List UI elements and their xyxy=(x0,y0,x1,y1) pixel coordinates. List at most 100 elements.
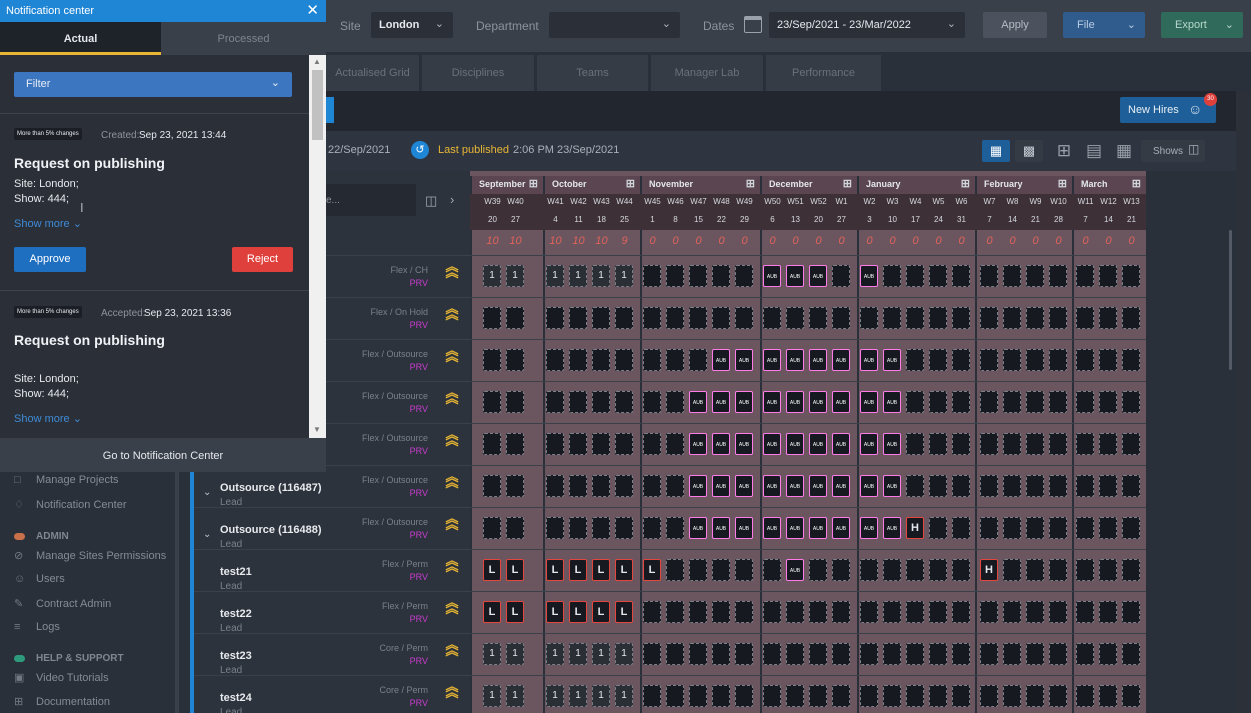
sidebar-item-documentation[interactable]: ⊞ Documentation xyxy=(14,695,110,708)
empty-cell[interactable] xyxy=(906,643,924,665)
empty-cell[interactable] xyxy=(1003,517,1021,539)
expand-icon[interactable]: ⊞ xyxy=(961,177,970,190)
assignment-cell-aub[interactable]: AUB xyxy=(860,475,878,497)
empty-cell[interactable] xyxy=(952,685,970,707)
expand-icon[interactable]: ⊞ xyxy=(1132,177,1141,190)
empty-cell[interactable] xyxy=(712,265,730,287)
count-cell[interactable]: 1 xyxy=(569,685,587,707)
empty-cell[interactable] xyxy=(952,475,970,497)
empty-cell[interactable] xyxy=(952,391,970,413)
assignment-cell-aub[interactable]: AUB xyxy=(883,391,901,413)
empty-cell[interactable] xyxy=(786,643,804,665)
scroll-down-icon[interactable]: ▼ xyxy=(313,425,321,434)
empty-cell[interactable] xyxy=(906,475,924,497)
priority-chevrons-icon[interactable]: ︽ ︽ xyxy=(443,680,461,700)
priority-chevrons-icon[interactable]: ︽ ︽ xyxy=(443,428,461,448)
assignment-cell-aub[interactable]: AUB xyxy=(786,559,804,581)
assignment-cell-aub[interactable]: AUB xyxy=(883,475,901,497)
empty-cell[interactable] xyxy=(615,475,633,497)
empty-cell[interactable] xyxy=(1003,475,1021,497)
empty-cell[interactable] xyxy=(643,349,661,371)
calculator-icon[interactable]: ▩ xyxy=(1015,140,1043,162)
empty-cell[interactable] xyxy=(643,643,661,665)
empty-cell[interactable] xyxy=(1049,643,1067,665)
assignment-cell-aub[interactable]: AUB xyxy=(712,391,730,413)
empty-cell[interactable] xyxy=(643,517,661,539)
empty-cell[interactable] xyxy=(1049,391,1067,413)
empty-cell[interactable] xyxy=(763,685,781,707)
empty-cell[interactable] xyxy=(689,559,707,581)
calendar-icon[interactable] xyxy=(744,16,762,33)
priority-chevrons-icon[interactable]: ︽ ︽ xyxy=(443,386,461,406)
empty-cell[interactable] xyxy=(592,433,610,455)
empty-cell[interactable] xyxy=(546,349,564,371)
empty-cell[interactable] xyxy=(883,559,901,581)
empty-cell[interactable] xyxy=(1122,475,1140,497)
empty-cell[interactable] xyxy=(1049,265,1067,287)
empty-cell[interactable] xyxy=(1026,685,1044,707)
assignment-cell-aub[interactable]: AUB xyxy=(883,517,901,539)
assignment-cell-aub[interactable]: AUB xyxy=(786,433,804,455)
assignment-cell-aub[interactable]: AUB xyxy=(689,391,707,413)
assignment-cell-aub[interactable]: AUB xyxy=(735,475,753,497)
empty-cell[interactable] xyxy=(809,643,827,665)
leave-cell[interactable]: L xyxy=(483,559,501,581)
empty-cell[interactable] xyxy=(1076,433,1094,455)
empty-cell[interactable] xyxy=(980,601,998,623)
empty-cell[interactable] xyxy=(1122,265,1140,287)
empty-cell[interactable] xyxy=(929,643,947,665)
assignment-cell-aub[interactable]: AUB xyxy=(763,433,781,455)
leave-cell[interactable]: L xyxy=(546,559,564,581)
empty-cell[interactable] xyxy=(1026,643,1044,665)
tab-actualised-grid[interactable]: Actualised Grid xyxy=(326,55,419,91)
empty-cell[interactable] xyxy=(615,307,633,329)
empty-cell[interactable] xyxy=(832,685,850,707)
empty-cell[interactable] xyxy=(786,307,804,329)
tab-teams[interactable]: Teams xyxy=(537,55,648,91)
tab-performance[interactable]: Performance xyxy=(766,55,881,91)
empty-cell[interactable] xyxy=(506,391,524,413)
assignment-cell-aub[interactable]: AUB xyxy=(786,349,804,371)
empty-cell[interactable] xyxy=(1076,391,1094,413)
empty-cell[interactable] xyxy=(735,643,753,665)
empty-cell[interactable] xyxy=(786,685,804,707)
scrollbar-track[interactable] xyxy=(1236,91,1251,713)
assignment-cell-aub[interactable]: AUB xyxy=(860,517,878,539)
empty-cell[interactable] xyxy=(1099,517,1117,539)
priority-chevrons-icon[interactable]: ︽ ︽ xyxy=(443,344,461,364)
layout-grid-icon[interactable]: ▦ xyxy=(1113,140,1135,162)
empty-cell[interactable] xyxy=(643,433,661,455)
assignment-cell-aub[interactable]: AUB xyxy=(712,517,730,539)
empty-cell[interactable] xyxy=(980,349,998,371)
empty-cell[interactable] xyxy=(1003,601,1021,623)
assignment-cell-aub[interactable]: AUB xyxy=(735,517,753,539)
empty-cell[interactable] xyxy=(569,475,587,497)
empty-cell[interactable] xyxy=(546,391,564,413)
count-cell[interactable]: 1 xyxy=(592,685,610,707)
assignment-cell-aub[interactable]: AUB xyxy=(689,475,707,497)
empty-cell[interactable] xyxy=(1049,517,1067,539)
empty-cell[interactable] xyxy=(506,517,524,539)
empty-cell[interactable] xyxy=(952,601,970,623)
empty-cell[interactable] xyxy=(592,391,610,413)
empty-cell[interactable] xyxy=(1076,643,1094,665)
empty-cell[interactable] xyxy=(615,391,633,413)
empty-cell[interactable] xyxy=(860,601,878,623)
leave-cell[interactable]: L xyxy=(569,559,587,581)
empty-cell[interactable] xyxy=(569,349,587,371)
empty-cell[interactable] xyxy=(883,265,901,287)
assignment-cell-aub[interactable]: AUB xyxy=(832,517,850,539)
assignment-cell-aub[interactable]: AUB xyxy=(712,433,730,455)
empty-cell[interactable] xyxy=(1049,307,1067,329)
assignment-cell-aub[interactable]: AUB xyxy=(809,517,827,539)
empty-cell[interactable] xyxy=(592,349,610,371)
empty-cell[interactable] xyxy=(809,559,827,581)
empty-cell[interactable] xyxy=(1003,265,1021,287)
priority-chevrons-icon[interactable]: ︽ ︽ xyxy=(443,596,461,616)
empty-cell[interactable] xyxy=(643,307,661,329)
assignment-cell-aub[interactable]: AUB xyxy=(735,433,753,455)
empty-cell[interactable] xyxy=(1099,391,1117,413)
empty-cell[interactable] xyxy=(1122,643,1140,665)
assignment-cell-aub[interactable]: AUB xyxy=(763,265,781,287)
empty-cell[interactable] xyxy=(929,349,947,371)
